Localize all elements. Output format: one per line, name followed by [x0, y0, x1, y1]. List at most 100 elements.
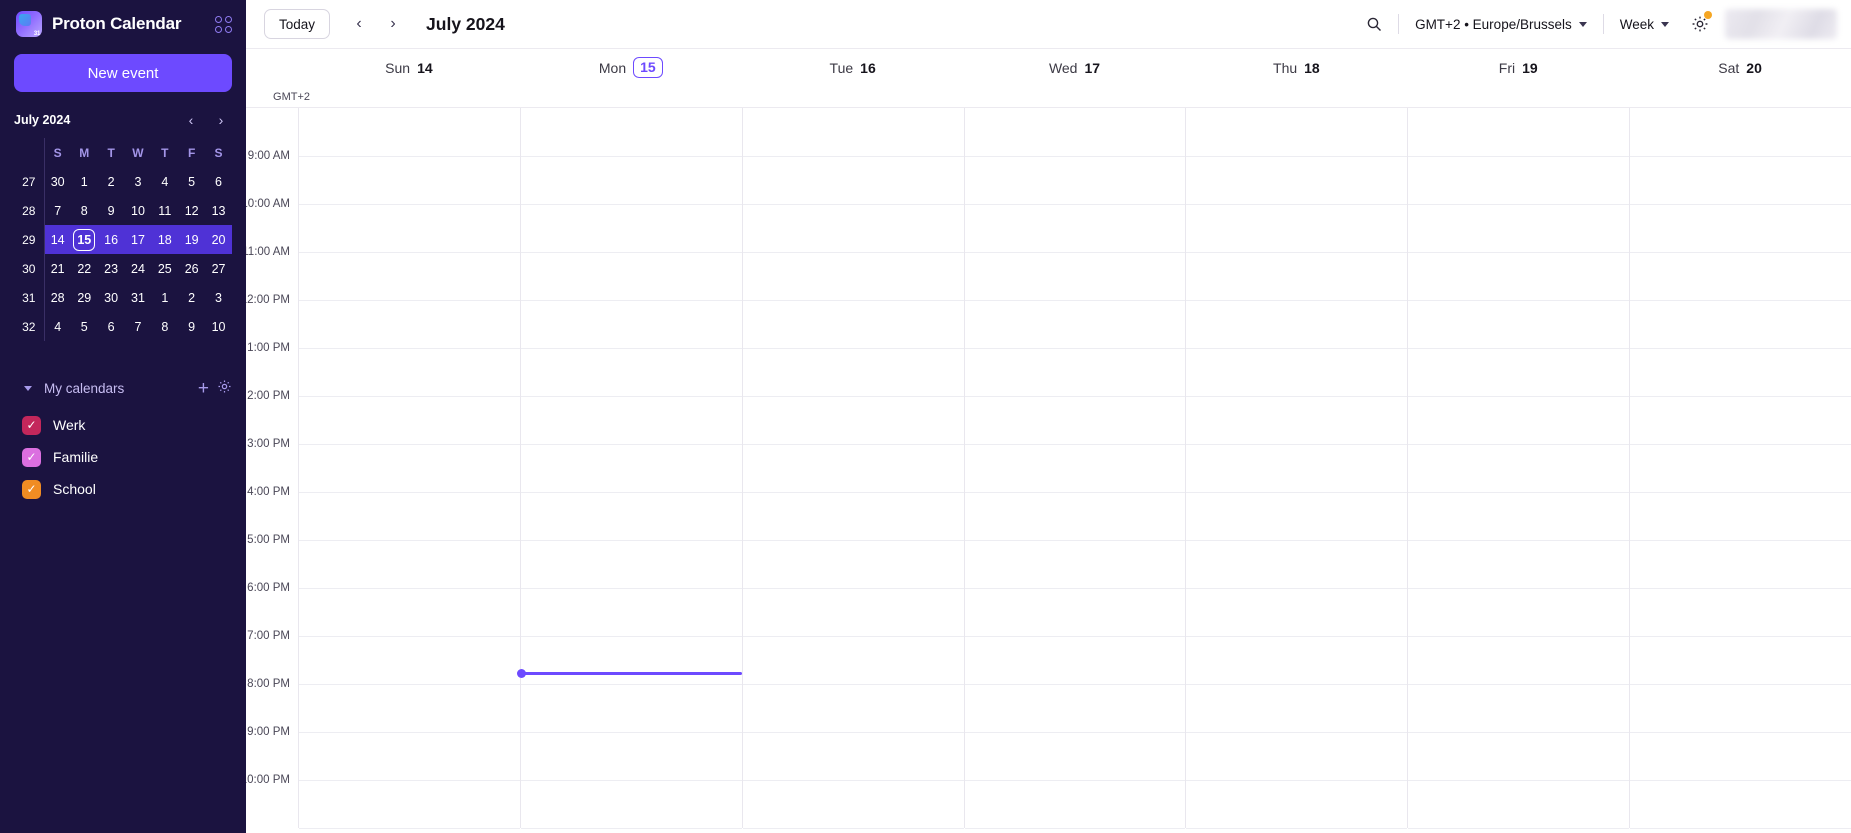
today-button[interactable]: Today: [264, 9, 331, 39]
time-label: 11:00 AM: [246, 246, 290, 258]
calendar-grid-scroll[interactable]: 9:00 AM 10:00 AM 11:00 AM 12:00 PM 1:00 PM 2:…: [246, 108, 1851, 833]
mini-day-cell[interactable]: 27: [205, 254, 232, 283]
mini-day-cell[interactable]: 21: [44, 254, 71, 283]
mini-day-cell[interactable]: 6: [98, 312, 125, 341]
view-selector[interactable]: Week: [1612, 9, 1677, 39]
mini-week-number[interactable]: 29: [14, 225, 45, 254]
hour-gridline: [299, 396, 520, 397]
day-column-thu[interactable]: [1185, 108, 1408, 829]
hour-gridline: [964, 540, 1186, 541]
mini-day-cell[interactable]: 8: [71, 196, 98, 225]
toolbar-right: GMT+2 • Europe/Brussels Week: [1358, 8, 1837, 40]
next-week-button[interactable]: ›: [378, 9, 408, 39]
mini-day-cell[interactable]: 13: [205, 196, 232, 225]
mini-day-cell[interactable]: 19: [178, 225, 206, 254]
mini-week-number[interactable]: 32: [14, 312, 45, 341]
mini-day-cell[interactable]: 30: [44, 167, 71, 196]
calendar-list-item[interactable]: ✓ Familie: [14, 441, 232, 473]
settings-button[interactable]: [1683, 8, 1717, 40]
mini-day-cell[interactable]: 28: [44, 283, 71, 312]
day-column-sat[interactable]: [1629, 108, 1851, 829]
chevron-left-icon[interactable]: ‹: [184, 113, 198, 127]
mini-day-cell[interactable]: 5: [71, 312, 98, 341]
mini-day-cell[interactable]: 1: [71, 167, 98, 196]
mini-day-cell[interactable]: 11: [151, 196, 178, 225]
hour-gridline: [964, 300, 1186, 301]
app-grid-icon[interactable]: [215, 15, 232, 33]
mini-day-cell[interactable]: 6: [205, 167, 232, 196]
gear-icon[interactable]: [217, 379, 232, 397]
mini-week-number[interactable]: 27: [14, 167, 45, 196]
hour-gridline: [742, 252, 964, 253]
mini-day-cell[interactable]: 18: [151, 225, 179, 254]
day-header-mon[interactable]: Mon 15: [520, 49, 742, 86]
mini-day-cell[interactable]: 25: [151, 254, 178, 283]
mini-day-cell[interactable]: 5: [178, 167, 205, 196]
mini-day-cell[interactable]: 4: [151, 167, 178, 196]
timezone-selector[interactable]: GMT+2 • Europe/Brussels: [1407, 9, 1595, 39]
day-header-tue[interactable]: Tue 16: [742, 49, 964, 86]
chevron-right-icon[interactable]: ›: [214, 113, 228, 127]
day-header-fri[interactable]: Fri 19: [1407, 49, 1629, 86]
time-gutter: 9:00 AM 10:00 AM 11:00 AM 12:00 PM 1:00 PM 2:…: [246, 108, 298, 828]
mini-day-cell[interactable]: 22: [71, 254, 98, 283]
day-column-sun[interactable]: [298, 108, 520, 829]
mini-day-cell[interactable]: 7: [125, 312, 152, 341]
day-column-tue[interactable]: [741, 108, 964, 829]
mini-day-cell[interactable]: 26: [178, 254, 205, 283]
calendar-checkbox[interactable]: ✓: [22, 447, 41, 467]
new-event-button[interactable]: New event: [14, 54, 232, 92]
mini-day-cell[interactable]: 3: [125, 167, 152, 196]
day-header-thu[interactable]: Thu 18: [1185, 49, 1407, 86]
mini-day-cell[interactable]: 30: [98, 283, 125, 312]
mini-day-cell[interactable]: 10: [125, 196, 152, 225]
day-header-wed[interactable]: Wed 17: [964, 49, 1186, 86]
mini-day-cell[interactable]: 2: [98, 167, 125, 196]
mini-day-cell[interactable]: 23: [98, 254, 125, 283]
mini-day-cell[interactable]: 9: [178, 312, 205, 341]
mini-day-cell[interactable]: 4: [44, 312, 71, 341]
previous-week-button[interactable]: ‹: [344, 9, 374, 39]
page-title: July 2024: [426, 13, 505, 34]
mini-week-number[interactable]: 30: [14, 254, 45, 283]
day-column-fri[interactable]: [1407, 108, 1630, 829]
calendar-checkbox[interactable]: ✓: [22, 415, 41, 435]
mini-day-cell[interactable]: 3: [205, 283, 232, 312]
mini-day-cell[interactable]: 16: [97, 225, 125, 254]
calendar-list-item[interactable]: ✓ Werk: [14, 409, 232, 441]
mini-week-number[interactable]: 28: [14, 196, 45, 225]
search-icon[interactable]: [1358, 8, 1390, 40]
user-account-area[interactable]: [1725, 9, 1837, 39]
mini-day-cell[interactable]: 10: [205, 312, 232, 341]
hour-gridline: [1186, 588, 1408, 589]
time-label: 3:00 PM: [247, 438, 290, 450]
mini-weekday-header: F: [187, 145, 196, 160]
mini-day-cell[interactable]: 17: [124, 225, 152, 254]
caret-down-icon[interactable]: [24, 385, 32, 391]
mini-day-cell[interactable]: 7: [44, 196, 71, 225]
mini-week-number[interactable]: 31: [14, 283, 45, 312]
mini-day-cell[interactable]: 29: [71, 283, 98, 312]
day-column-mon[interactable]: [516, 108, 742, 829]
mini-day-cell[interactable]: 14: [44, 225, 71, 254]
hour-gridline: [742, 588, 964, 589]
mini-calendar-weekday-row: WSMTWTFS: [14, 138, 232, 167]
mini-day-cell[interactable]: 1: [151, 283, 178, 312]
mini-day-cell[interactable]: 24: [125, 254, 152, 283]
plus-icon[interactable]: +: [198, 379, 209, 398]
mini-day-cell[interactable]: 2: [178, 283, 205, 312]
hour-gridline: [1186, 540, 1408, 541]
mini-day-today[interactable]: 15: [70, 225, 98, 254]
mini-day-cell[interactable]: 31: [125, 283, 152, 312]
day-header-sat[interactable]: Sat 20: [1629, 49, 1851, 86]
hour-gridline: [1630, 204, 1851, 205]
day-header-sun[interactable]: Sun 14: [298, 49, 520, 86]
mini-day-cell[interactable]: 20: [205, 225, 232, 254]
day-column-wed[interactable]: [963, 108, 1186, 829]
mini-day-cell[interactable]: 12: [178, 196, 205, 225]
mini-day-cell[interactable]: 9: [98, 196, 125, 225]
calendar-list-item[interactable]: ✓ School: [14, 473, 232, 505]
mini-day-cell[interactable]: 8: [151, 312, 178, 341]
hour-gridline: [964, 492, 1186, 493]
calendar-checkbox[interactable]: ✓: [22, 479, 41, 499]
